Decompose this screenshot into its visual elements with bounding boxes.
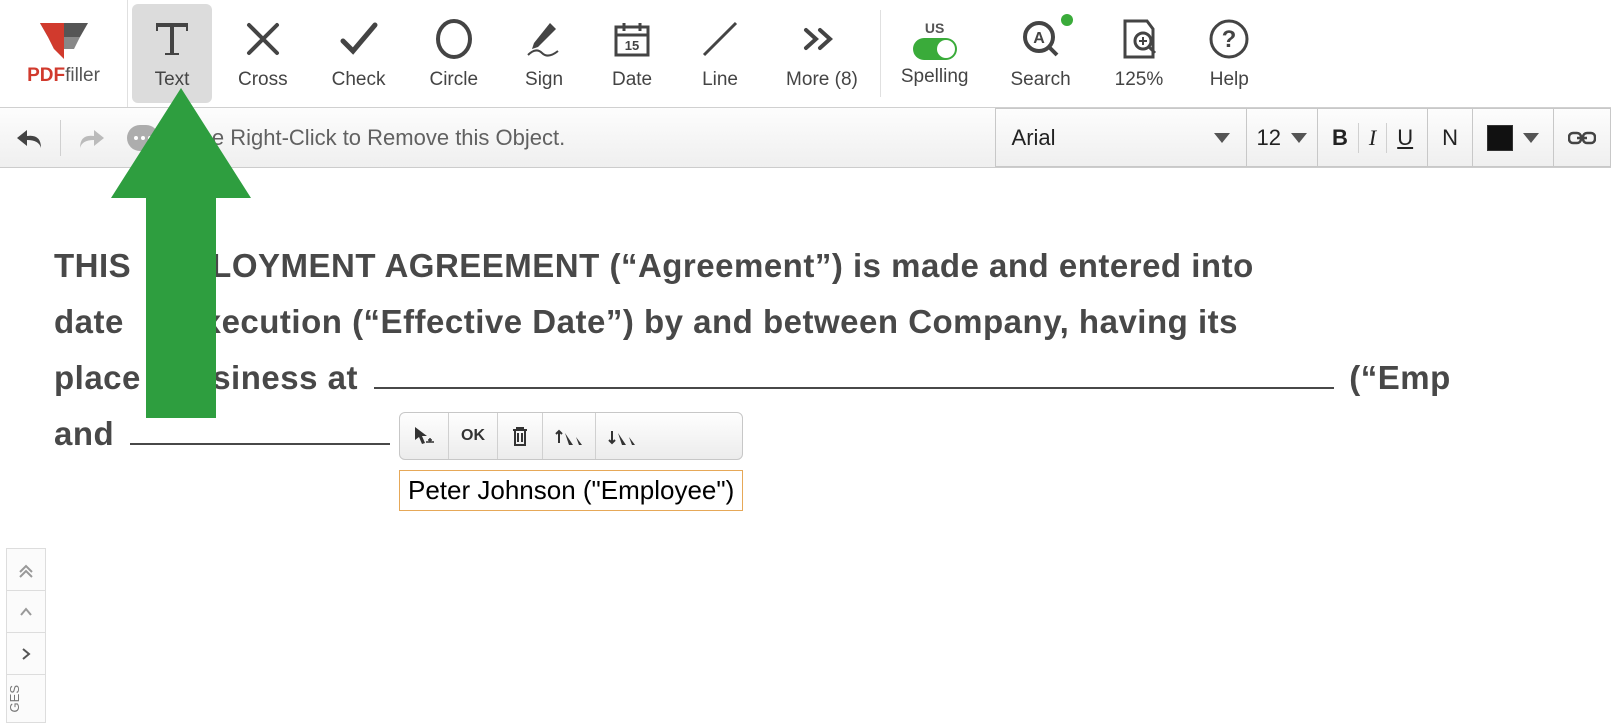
spelling-button[interactable]: US Spelling <box>881 0 989 107</box>
search-label: Search <box>1010 69 1070 91</box>
italic-label: I <box>1369 125 1376 151</box>
more-icon <box>800 17 844 61</box>
underline-label: U <box>1397 125 1413 151</box>
line-tool-button[interactable]: Line <box>676 0 764 107</box>
increase-icon <box>555 425 583 447</box>
text-edit-toolbar: OK <box>399 412 743 460</box>
svg-text:15: 15 <box>625 38 639 53</box>
nav-separator <box>60 120 61 156</box>
bold-label: B <box>1332 125 1348 151</box>
font-select[interactable]: Arial <box>995 108 1247 167</box>
spelling-label: Spelling <box>901 66 969 88</box>
decrease-icon <box>608 425 636 447</box>
logo-text: PDFfiller <box>27 65 100 87</box>
text-edit-popup: OK Peter Johnson ("Employee") <box>399 412 743 511</box>
move-button[interactable] <box>400 413 449 459</box>
check-tool-label: Check <box>332 69 386 91</box>
rail-collapse-button[interactable] <box>7 549 45 591</box>
decrease-size-button[interactable] <box>596 413 648 459</box>
help-button[interactable]: ? Help <box>1185 0 1273 107</box>
redo-icon <box>76 126 106 150</box>
svg-text:A: A <box>1033 30 1045 47</box>
text-input[interactable]: Peter Johnson ("Employee") <box>399 470 743 511</box>
sign-tool-button[interactable]: Sign <box>500 0 588 107</box>
normal-label: N <box>1442 125 1458 151</box>
font-name: Arial <box>1012 125 1056 151</box>
chevron-down-icon <box>1214 133 1230 143</box>
cross-icon <box>241 17 285 61</box>
date-tool-label: Date <box>612 69 652 91</box>
line-tool-label: Line <box>702 69 738 91</box>
undo-button[interactable] <box>12 120 48 156</box>
chevron-down-icon <box>1291 133 1307 143</box>
trash-icon <box>510 425 530 447</box>
move-icon <box>412 424 436 448</box>
more-tool-label: More (8) <box>786 69 858 91</box>
spelling-lang: US <box>925 20 944 36</box>
font-size: 12 <box>1257 125 1281 151</box>
delete-button[interactable] <box>498 413 543 459</box>
redo-button[interactable] <box>73 120 109 156</box>
zoom-icon <box>1117 17 1161 61</box>
logo-icon <box>34 21 94 61</box>
svg-text:?: ? <box>1222 26 1237 53</box>
search-icon: A <box>1019 17 1063 61</box>
circle-tool-button[interactable]: Circle <box>407 0 500 107</box>
search-notification-dot <box>1061 14 1073 26</box>
increase-size-button[interactable] <box>543 413 596 459</box>
sign-icon <box>522 17 566 61</box>
undo-icon <box>15 126 45 150</box>
rail-label: GES <box>7 675 45 722</box>
date-icon: 15 <box>610 17 654 61</box>
line-icon <box>698 17 742 61</box>
chevron-down-icon <box>1523 133 1539 143</box>
zoom-button[interactable]: 125% <box>1093 0 1186 107</box>
circle-tool-label: Circle <box>429 69 478 91</box>
rail-forward-button[interactable] <box>7 633 45 675</box>
date-tool-button[interactable]: 15 Date <box>588 0 676 107</box>
color-picker[interactable] <box>1473 108 1554 167</box>
search-button[interactable]: A Search <box>988 0 1092 107</box>
circle-icon <box>432 17 476 61</box>
link-button[interactable] <box>1554 108 1611 167</box>
font-size-select[interactable]: 12 <box>1247 108 1318 167</box>
check-icon <box>337 17 381 61</box>
check-tool-button[interactable]: Check <box>310 0 408 107</box>
normal-button[interactable]: N <box>1428 108 1473 167</box>
help-label: Help <box>1210 69 1249 91</box>
page-rail: GES <box>6 548 46 723</box>
sign-tool-label: Sign <box>525 69 563 91</box>
annotation-arrow <box>106 88 256 428</box>
zoom-label: 125% <box>1115 69 1164 91</box>
bold-button[interactable]: B I U <box>1318 108 1428 167</box>
ok-button[interactable]: OK <box>449 413 498 459</box>
more-tool-button[interactable]: More (8) <box>764 0 880 107</box>
link-icon <box>1568 130 1596 146</box>
color-swatch <box>1487 125 1513 151</box>
text-icon <box>150 17 194 61</box>
spelling-toggle[interactable] <box>913 38 957 60</box>
help-icon: ? <box>1207 17 1251 61</box>
rail-up-button[interactable] <box>7 591 45 633</box>
